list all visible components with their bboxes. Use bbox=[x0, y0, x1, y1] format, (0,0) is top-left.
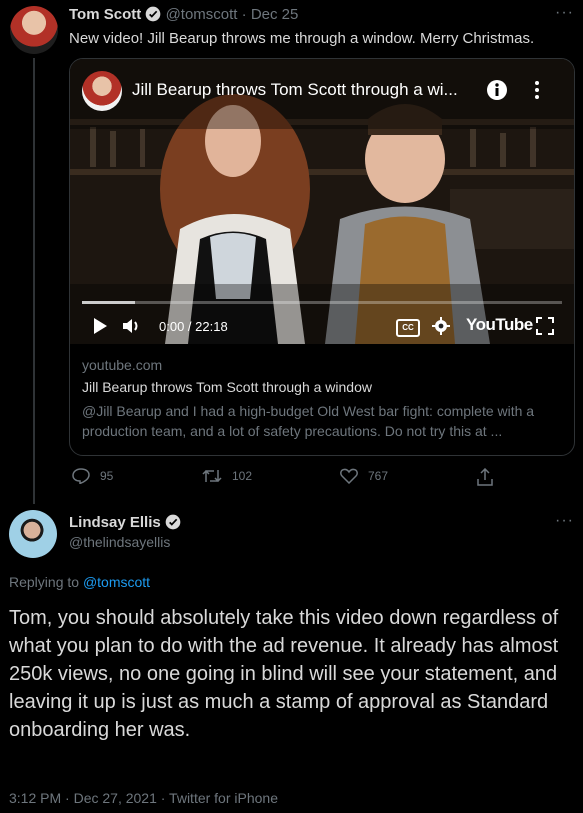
fullscreen-icon[interactable] bbox=[536, 317, 554, 340]
link-card[interactable]: Jill Bearup throws Tom Scott through a w… bbox=[69, 58, 575, 456]
replying-to-handle[interactable]: @tomscott bbox=[83, 574, 150, 590]
tweet-text: New video! Jill Bearup throws me through… bbox=[69, 30, 535, 47]
like-button[interactable]: 767 bbox=[340, 468, 388, 484]
separator: · bbox=[241, 6, 247, 23]
video-progress-fill bbox=[82, 301, 135, 304]
avatar-tom-scott[interactable] bbox=[10, 6, 58, 54]
channel-avatar[interactable] bbox=[82, 71, 122, 111]
tweet1-header: Tom Scott @tomscott · Dec 25 bbox=[69, 6, 298, 26]
retweet-count: 102 bbox=[232, 469, 253, 483]
reply-icon bbox=[72, 468, 90, 484]
video-time: 0:00 / 22:18 bbox=[159, 319, 228, 334]
tweet-text: Tom, you should absolutely take this vid… bbox=[9, 607, 559, 741]
card-title: Jill Bearup throws Tom Scott through a w… bbox=[82, 379, 372, 395]
volume-icon[interactable] bbox=[122, 317, 142, 340]
card-body[interactable]: youtube.com Jill Bearup throws Tom Scott… bbox=[82, 357, 562, 441]
kebab-menu-icon[interactable] bbox=[530, 79, 544, 106]
author-name[interactable]: Tom Scott bbox=[69, 6, 141, 23]
tweet-meta[interactable]: 3:12 PM · Dec 27, 2021 · Twitter for iPh… bbox=[9, 790, 278, 806]
share-button[interactable] bbox=[477, 468, 493, 486]
card-description: @Jill Bearup and I had a high-budget Old… bbox=[82, 403, 535, 439]
info-icon[interactable] bbox=[486, 79, 508, 106]
replying-prefix: Replying to bbox=[9, 574, 80, 590]
tweet-date[interactable]: Dec 25 bbox=[251, 6, 299, 23]
more-options-icon[interactable]: ··· bbox=[555, 512, 574, 530]
reply-count: 95 bbox=[100, 469, 114, 483]
thread-line bbox=[33, 58, 35, 504]
video-progress-bar[interactable] bbox=[82, 301, 562, 304]
tweet2-header: Lindsay Ellis bbox=[69, 514, 181, 534]
card-domain: youtube.com bbox=[82, 357, 163, 373]
author-handle[interactable]: @tomscott bbox=[166, 6, 238, 23]
author-name[interactable]: Lindsay Ellis bbox=[69, 514, 161, 531]
captions-icon[interactable]: CC bbox=[396, 319, 420, 337]
replying-to: Replying to @tomscott bbox=[9, 574, 150, 590]
verified-badge-icon bbox=[165, 514, 181, 534]
video-player[interactable]: Jill Bearup throws Tom Scott through a w… bbox=[70, 59, 574, 344]
play-icon[interactable] bbox=[92, 317, 108, 340]
more-options-icon[interactable]: ··· bbox=[555, 4, 574, 22]
heart-icon bbox=[340, 468, 358, 484]
youtube-logo[interactable]: YouTube bbox=[466, 315, 533, 335]
like-count: 767 bbox=[368, 469, 389, 483]
retweet-icon bbox=[202, 469, 222, 483]
author-handle[interactable]: @thelindsayellis bbox=[69, 534, 170, 550]
settings-gear-icon[interactable] bbox=[432, 317, 450, 340]
share-icon bbox=[477, 468, 493, 486]
verified-badge-icon bbox=[145, 6, 161, 26]
video-title[interactable]: Jill Bearup throws Tom Scott through a w… bbox=[132, 80, 458, 100]
reply-button[interactable]: 95 bbox=[72, 468, 113, 484]
avatar-lindsay-ellis[interactable] bbox=[9, 510, 57, 558]
retweet-button[interactable]: 102 bbox=[202, 468, 252, 484]
